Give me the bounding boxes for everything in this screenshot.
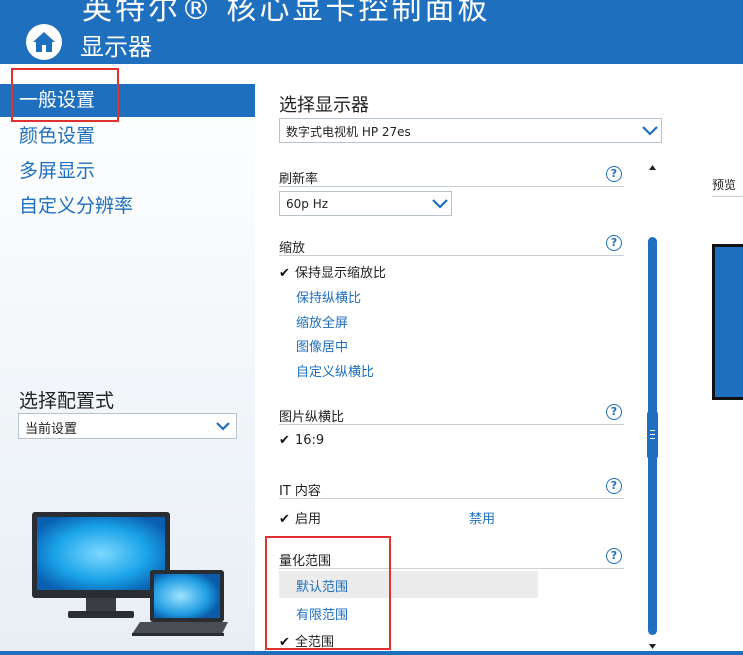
help-icon[interactable]: ?	[606, 548, 622, 564]
preview-screen	[712, 244, 743, 400]
select-display-label: 选择显示器	[279, 95, 369, 116]
home-button[interactable]	[26, 24, 62, 60]
help-icon[interactable]: ?	[606, 404, 622, 420]
scroll-down-arrow-icon[interactable]	[648, 643, 657, 651]
scaling-option-custom-aspect[interactable]: 自定义纵横比	[296, 361, 374, 380]
sidebar: 一般设置 颜色设置 多屏显示 自定义分辨率 选择配置式 当前设置	[0, 64, 255, 655]
help-icon[interactable]: ?	[606, 166, 622, 182]
checkmark-icon: ✔	[279, 266, 290, 281]
option-label: 启用	[295, 512, 322, 527]
option-label: 保持显示缩放比	[295, 266, 387, 281]
scrollbar-thumb[interactable]	[647, 411, 658, 459]
it-content-header: IT 内容 ?	[279, 477, 624, 499]
option-label: 全范围	[295, 635, 335, 650]
home-icon	[33, 32, 55, 52]
profile-dropdown[interactable]: 当前设置	[18, 413, 237, 439]
refresh-rate-value: 60p Hz	[286, 197, 329, 211]
quantization-option-limited[interactable]: 有限范围	[296, 604, 348, 623]
sidebar-item-multi-display[interactable]: 多屏显示	[0, 155, 255, 188]
display-value: 数字式电视机 HP 27es	[286, 125, 411, 139]
it-content-enable[interactable]: ✔ 启用	[279, 508, 321, 527]
scaling-header: 缩放 ?	[279, 234, 624, 256]
aspect-ratio-header: 图片纵横比 ?	[279, 403, 624, 425]
chevron-down-icon	[216, 422, 230, 431]
quantization-label: 量化范围	[279, 554, 332, 569]
aspect-ratio-label: 图片纵横比	[279, 410, 345, 425]
title-bar: 英特尔® 核心显卡控制面板 显示器	[0, 0, 743, 64]
aspect-ratio-option[interactable]: ✔ 16:9	[279, 433, 324, 448]
quantization-option-full[interactable]: ✔ 全范围	[279, 631, 334, 650]
it-content-disable[interactable]: 禁用	[469, 508, 495, 527]
it-content-label: IT 内容	[279, 484, 321, 499]
refresh-rate-header: 刷新率 ?	[279, 165, 624, 187]
scaling-option-maintain-aspect[interactable]: 保持纵横比	[296, 287, 361, 306]
scaling-option-full-screen[interactable]: 缩放全屏	[296, 312, 348, 331]
quantization-header: 量化范围 ?	[279, 547, 624, 569]
option-label: 16:9	[295, 433, 325, 448]
scaling-label: 缩放	[279, 241, 306, 256]
sidebar-item-color[interactable]: 颜色设置	[0, 120, 255, 153]
scaling-option-maintain-display[interactable]: ✔ 保持显示缩放比	[279, 262, 386, 281]
bottom-border	[0, 651, 743, 655]
app-title: 英特尔® 核心显卡控制面板	[82, 0, 491, 27]
profile-value: 当前设置	[25, 422, 78, 437]
scaling-option-center-image[interactable]: 图像居中	[296, 336, 348, 355]
checkmark-icon: ✔	[279, 635, 290, 650]
sidebar-item-custom-resolution[interactable]: 自定义分辨率	[0, 190, 255, 223]
help-icon[interactable]: ?	[606, 478, 622, 494]
section-title: 显示器	[80, 33, 152, 61]
checkmark-icon: ✔	[279, 433, 290, 448]
display-dropdown[interactable]: 数字式电视机 HP 27es	[279, 118, 662, 143]
help-icon[interactable]: ?	[606, 235, 622, 251]
chevron-down-icon	[432, 199, 448, 209]
sidebar-item-general[interactable]: 一般设置	[0, 84, 255, 117]
quantization-option-default[interactable]: 默认范围	[296, 576, 348, 595]
chevron-down-icon	[642, 126, 658, 136]
main-panel: 选择显示器 数字式电视机 HP 27es 刷新率 ? 60p Hz 缩放 ? ✔…	[255, 64, 743, 655]
monitor-laptop-illustration	[32, 512, 228, 636]
refresh-rate-dropdown[interactable]: 60p Hz	[279, 191, 452, 216]
refresh-rate-label: 刷新率	[279, 172, 319, 187]
checkmark-icon: ✔	[279, 512, 290, 527]
preview-label: 预览	[712, 176, 743, 197]
scroll-up-arrow-icon[interactable]	[648, 163, 657, 171]
profile-label: 选择配置式	[19, 390, 115, 412]
